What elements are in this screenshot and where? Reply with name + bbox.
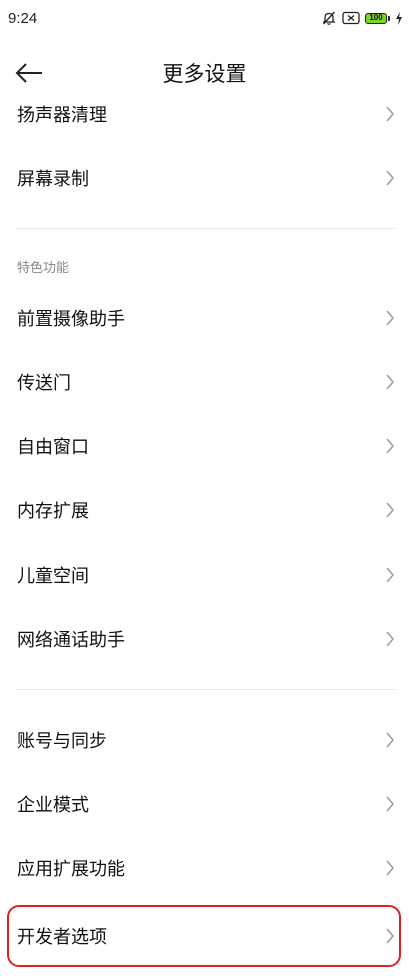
setting-item-label: 自由窗口 [17,437,89,458]
setting-item-enterprise-mode[interactable]: 企业模式 [0,772,409,836]
divider [17,228,395,229]
setting-item-label: 网络通话助手 [17,630,125,651]
battery-icon: 100 [365,12,390,24]
setting-item-label: 企业模式 [17,795,89,816]
sim-x-icon [342,11,360,25]
setting-item-label: 前置摄像助手 [17,309,125,330]
setting-item-label: 账号与同步 [17,731,107,752]
setting-item-accounts-sync[interactable]: 账号与同步 [0,708,409,772]
setting-item-memory-extension[interactable]: 内存扩展 [0,478,409,542]
battery-level: 100 [369,13,383,22]
chevron-right-icon [386,374,394,390]
setting-item-label: 内存扩展 [17,501,89,522]
status-bar: 9:24 100 [0,0,409,40]
chevron-right-icon [386,310,394,326]
setting-item-label: 扬声器清理 [17,105,107,126]
chevron-right-icon [386,732,394,748]
divider [17,689,395,690]
status-icons: 100 [321,10,403,26]
setting-item-network-call-assistant[interactable]: 网络通话助手 [0,607,409,671]
chevron-right-icon [386,106,394,122]
setting-item-front-camera-assistant[interactable]: 前置摄像助手 [0,286,409,350]
chevron-right-icon [386,170,394,186]
charging-icon [395,11,403,25]
setting-item-app-extensions[interactable]: 应用扩展功能 [0,836,409,900]
section-header-features: 特色功能 [17,261,70,276]
chevron-right-icon [386,438,394,454]
chevron-right-icon [386,860,394,876]
chevron-right-icon [386,928,394,944]
setting-item-label: 开发者选项 [17,927,107,948]
setting-item-portal[interactable]: 传送门 [0,350,409,414]
setting-item-label: 传送门 [17,373,71,394]
chevron-right-icon [386,796,394,812]
setting-item-screen-recording[interactable]: 屏幕录制 [0,146,409,210]
setting-item-speaker-cleaning[interactable]: 扬声器清理 [0,82,409,146]
setting-item-developer-options[interactable]: 开发者选项 [0,904,409,968]
setting-item-label: 屏幕录制 [17,169,89,190]
chevron-right-icon [386,631,394,647]
setting-item-label: 应用扩展功能 [17,859,125,880]
setting-item-free-window[interactable]: 自由窗口 [0,414,409,478]
setting-item-kids-space[interactable]: 儿童空间 [0,543,409,607]
mute-bell-icon [321,10,337,26]
status-time: 9:24 [8,10,38,27]
chevron-right-icon [386,502,394,518]
setting-item-label: 儿童空间 [17,566,89,587]
chevron-right-icon [386,567,394,583]
